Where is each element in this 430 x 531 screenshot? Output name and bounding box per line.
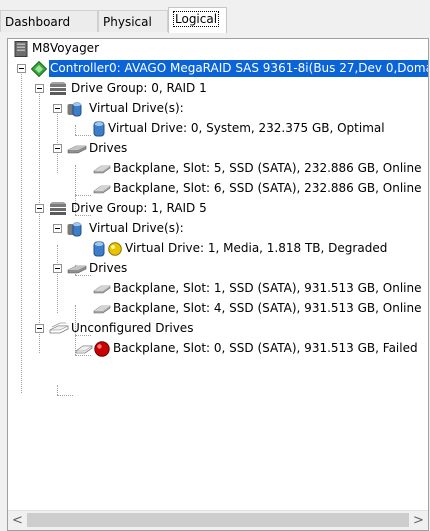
virtual-drives-label: Virtual Drive(s):	[89, 221, 184, 235]
virtual-drives-icon	[67, 222, 82, 237]
unconfigured-drives-icon	[49, 322, 69, 334]
tree-row-virtual-drives[interactable]: Virtual Drive(s):	[8, 219, 428, 239]
collapse-toggle[interactable]	[53, 104, 62, 113]
controller-label: Controller0: AVAGO MegaRAID SAS 9361-8i(…	[49, 60, 428, 77]
warning-status-icon	[108, 242, 122, 256]
collapse-toggle[interactable]	[35, 84, 44, 93]
server-icon	[14, 41, 28, 57]
tree-guide-line	[57, 395, 73, 396]
virtual-drive-label: Virtual Drive: 0, System, 232.375 GB, Op…	[108, 121, 385, 135]
tree-row-physical-drive[interactable]: Backplane, Slot: 4, SSD (SATA), 931.513 …	[8, 299, 428, 319]
collapse-toggle[interactable]	[17, 64, 26, 73]
logical-tree-panel: M8Voyager Controller0: AVAGO MegaRAID SA…	[7, 38, 429, 531]
tree-row-server[interactable]: M8Voyager	[8, 39, 428, 59]
error-status-icon	[94, 341, 110, 357]
server-label: M8Voyager	[32, 41, 99, 55]
collapse-toggle[interactable]	[53, 144, 62, 153]
unconfigured-drives-label: Unconfigured Drives	[71, 321, 194, 335]
physical-drive-icon	[93, 305, 111, 314]
physical-drive-label: Backplane, Slot: 4, SSD (SATA), 931.513 …	[113, 301, 422, 315]
scroll-left-button[interactable]: <	[8, 511, 27, 530]
tree-row-physical-drive[interactable]: Backplane, Slot: 0, SSD (SATA), 931.513 …	[8, 339, 428, 359]
tab-logical[interactable]: Logical	[168, 7, 227, 33]
virtual-drive-icon	[93, 121, 105, 137]
drives-icon	[67, 145, 87, 154]
tree-row-physical-drive[interactable]: Backplane, Slot: 1, SSD (SATA), 931.513 …	[8, 279, 428, 299]
physical-drive-icon	[93, 285, 111, 294]
physical-drive-label: Backplane, Slot: 0, SSD (SATA), 931.513 …	[113, 341, 418, 355]
tree-row-controller[interactable]: Controller0: AVAGO MegaRAID SAS 9361-8i(…	[8, 59, 428, 79]
tree-row-virtual-drive[interactable]: Virtual Drive: 0, System, 232.375 GB, Op…	[8, 119, 428, 139]
drive-group-label: Drive Group: 0, RAID 1	[71, 81, 207, 95]
drives-icon	[67, 265, 87, 274]
tree-row-virtual-drive[interactable]: Virtual Drive: 1, Media, 1.818 TB, Degra…	[8, 239, 428, 259]
physical-drive-label: Backplane, Slot: 6, SSD (SATA), 232.886 …	[113, 181, 422, 195]
virtual-drives-icon	[67, 102, 82, 117]
drives-label: Drives	[89, 261, 128, 275]
physical-drive-label: Backplane, Slot: 1, SSD (SATA), 931.513 …	[113, 281, 422, 295]
tree-row-physical-drive[interactable]: Backplane, Slot: 6, SSD (SATA), 232.886 …	[8, 179, 428, 199]
tree-guide-line	[57, 385, 58, 395]
virtual-drive-icon	[93, 241, 105, 257]
tree-row-drives[interactable]: Drives	[8, 139, 428, 159]
tree-row-physical-drive[interactable]: Backplane, Slot: 5, SSD (SATA), 232.886 …	[8, 159, 428, 179]
physical-drive-icon	[93, 185, 111, 194]
collapse-toggle[interactable]	[35, 204, 44, 213]
controller-icon	[31, 61, 47, 77]
tree-row-drive-group[interactable]: Drive Group: 0, RAID 1	[8, 79, 428, 99]
tree-row-drive-group[interactable]: Drive Group: 1, RAID 5	[8, 199, 428, 219]
drive-group-label: Drive Group: 1, RAID 5	[71, 201, 207, 215]
tab-bar: Dashboard Physical Logical	[0, 0, 430, 38]
scrollbar-thumb[interactable]	[27, 513, 409, 527]
tree-row-drives[interactable]: Drives	[8, 259, 428, 279]
tab-dashboard[interactable]: Dashboard	[0, 10, 98, 32]
logical-tree: M8Voyager Controller0: AVAGO MegaRAID SA…	[8, 39, 428, 511]
virtual-drive-label: Virtual Drive: 1, Media, 1.818 TB, Degra…	[125, 241, 388, 255]
drive-group-icon	[50, 82, 66, 95]
collapse-toggle[interactable]	[53, 224, 62, 233]
drives-label: Drives	[89, 141, 128, 155]
collapse-toggle[interactable]	[35, 324, 44, 333]
tree-row-unconfigured-drives[interactable]: Unconfigured Drives	[8, 319, 428, 339]
physical-drive-label: Backplane, Slot: 5, SSD (SATA), 232.886 …	[113, 161, 422, 175]
tree-row-virtual-drives[interactable]: Virtual Drive(s):	[8, 99, 428, 119]
horizontal-scrollbar[interactable]: < >	[8, 510, 428, 530]
unconfigured-drive-icon	[75, 345, 93, 354]
collapse-toggle[interactable]	[53, 264, 62, 273]
scroll-right-button[interactable]: >	[409, 511, 428, 530]
tab-physical[interactable]: Physical	[98, 10, 168, 32]
physical-drive-icon	[93, 165, 111, 174]
drive-group-icon	[50, 202, 66, 215]
virtual-drives-label: Virtual Drive(s):	[89, 101, 184, 115]
